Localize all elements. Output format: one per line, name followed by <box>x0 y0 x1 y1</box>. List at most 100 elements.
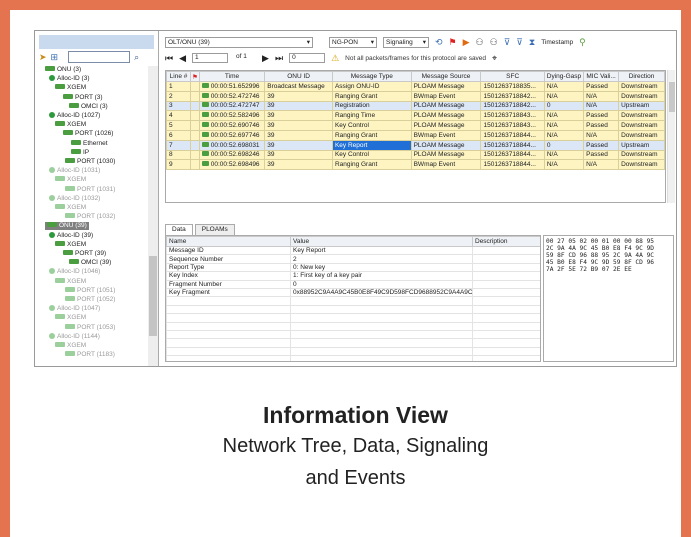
col-header[interactable]: MIC Vali... <box>583 71 620 82</box>
refresh-icon[interactable]: ⟲ <box>435 37 443 47</box>
port-node-icon <box>71 148 81 154</box>
table-row[interactable]: 8 00:00:52.698246 39 Key Control PLOAM Messa… <box>166 149 665 161</box>
table-row[interactable]: 1 00:00:51.652996 Broadcast Message Assign … <box>166 81 665 92</box>
detail-empty-cell <box>472 321 540 331</box>
col-header[interactable]: Direction <box>618 71 665 82</box>
tree-node[interactable]: Alloc-ID (3) <box>49 75 90 83</box>
page-number-field[interactable]: 1 <box>192 53 229 63</box>
tree-node[interactable]: PORT (1031) <box>65 185 116 194</box>
play-icon[interactable]: ▶ <box>463 37 470 47</box>
mode-select[interactable]: NG-PON ▾ <box>329 36 377 48</box>
tree-node[interactable]: XGEM <box>55 277 86 286</box>
goto-line-field[interactable]: 0 <box>289 53 326 63</box>
col-header[interactable]: Name <box>166 236 291 247</box>
cell-type: Registration <box>331 100 412 112</box>
tree-view-icon[interactable]: ⊞ <box>51 52 59 62</box>
tree-node[interactable]: XGEM <box>55 176 86 184</box>
detail-description <box>472 254 540 264</box>
tree-search-input[interactable] <box>68 51 131 63</box>
tree-node[interactable]: Alloc-ID (39) <box>49 231 93 240</box>
tree-node[interactable]: XGEM <box>55 240 86 249</box>
table-row[interactable]: 4 00:00:52.582496 39 Ranging Time PLOAM Mess… <box>166 110 665 122</box>
tree-node[interactable]: PORT (1032) <box>65 213 115 221</box>
tree-node[interactable]: ONU (39) <box>45 222 89 231</box>
tree-node[interactable]: PORT (1026) <box>63 130 113 138</box>
tree-node-label: Ethernet <box>83 139 108 147</box>
tree-node[interactable]: PORT (39) <box>63 250 106 258</box>
expand-tree-icon[interactable]: ➤ <box>39 52 47 62</box>
tree-node[interactable]: XGEM <box>55 84 86 92</box>
timestamp-label[interactable]: Timestamp <box>541 39 573 46</box>
tree-node[interactable]: ONU (3) <box>45 66 81 74</box>
grid-scrollbar[interactable] <box>667 70 675 203</box>
tree-node[interactable]: IP <box>71 148 89 157</box>
next-page-icon[interactable]: ▶ <box>262 53 269 63</box>
tree-node[interactable]: Alloc-ID (1144) <box>49 332 100 341</box>
detail-row[interactable]: Message ID Key Report <box>166 245 540 256</box>
table-row[interactable]: 9 00:00:52.698496 39 Ranging Grant BWmap Eve… <box>166 159 665 171</box>
table-row[interactable]: 5 00:00:52.690746 39 Key Control PLOAM Messa… <box>166 120 665 131</box>
last-page-icon[interactable]: ⏭ <box>275 53 283 63</box>
col-header[interactable]: Dying-Gasp <box>543 71 585 82</box>
tree-node-label: PORT (1031) <box>77 185 116 193</box>
col-header[interactable]: Value <box>290 236 473 247</box>
detail-description <box>472 262 540 273</box>
binoculars-icon[interactable]: ⚇ <box>476 37 484 47</box>
tree-node[interactable]: PORT (3) <box>63 93 103 102</box>
col-header[interactable]: ONU ID <box>264 71 333 82</box>
tree-node[interactable]: OMCI (3) <box>69 102 108 111</box>
tree-scrollbar[interactable] <box>148 66 158 366</box>
search-icon[interactable]: ⌕ <box>134 52 139 62</box>
filter-icon[interactable]: ⊽ <box>504 37 511 47</box>
tree-node[interactable]: PORT (1183) <box>65 351 115 359</box>
mode-value: NG-PON <box>332 38 358 46</box>
tree-node[interactable]: Alloc-ID (1027) <box>49 112 100 120</box>
table-row[interactable]: 6 00:00:52.697746 39 Ranging Grant BWmap Eve… <box>166 129 665 141</box>
detail-row[interactable]: Sequence Number 2 <box>166 254 540 264</box>
tree-node[interactable]: PORT (1053) <box>65 323 115 332</box>
tree-node[interactable]: XGEM <box>55 204 86 212</box>
tree-node[interactable]: XGEM <box>55 121 86 129</box>
binoculars-next-icon[interactable]: ⚇ <box>490 37 498 47</box>
col-header[interactable]: Line # <box>166 71 192 82</box>
tree-node[interactable]: Ethernet <box>71 139 108 148</box>
tree-node[interactable]: PORT (1030) <box>65 158 115 166</box>
detail-row[interactable]: Fragment Number 0 <box>166 279 540 289</box>
table-row[interactable]: 7 00:00:52.698031 39 Key Report PLOAM Messag… <box>166 139 665 151</box>
col-header[interactable]: SFC <box>480 71 545 82</box>
col-header[interactable]: Description <box>472 236 540 247</box>
col-header[interactable]: Time <box>198 71 266 82</box>
tree-node[interactable]: XGEM <box>55 342 86 350</box>
prev-page-icon[interactable]: ◀ <box>179 53 186 63</box>
timestamp-icon[interactable]: ⧗ <box>529 37 535 47</box>
signaling-select[interactable]: Signaling ▾ <box>383 36 429 48</box>
col-header[interactable]: Message Source <box>410 71 482 82</box>
detail-row[interactable]: Report Type 0: New key <box>166 262 540 273</box>
tree-node[interactable]: OMCI (39) <box>69 259 111 267</box>
tab-data[interactable]: Data <box>165 224 193 235</box>
olt-onu-select[interactable]: OLT/ONU (39) ▾ <box>165 36 313 48</box>
col-header[interactable]: Message Type <box>331 71 412 82</box>
filter-clear-icon[interactable]: ⊽ <box>516 37 523 47</box>
table-row[interactable]: 2 00:00:52.472746 39 Ranging Grant BWmap Eve… <box>166 90 665 102</box>
tree-node[interactable]: PORT (1051) <box>65 286 115 295</box>
packet-icon <box>201 102 209 108</box>
detail-row[interactable]: Key Fragment 0x88952C9A4A9C45B0E8F49C9D59… <box>166 287 540 298</box>
flag-icon[interactable]: ⚑ <box>449 37 457 47</box>
pin-column-icon[interactable]: ⌖ <box>492 53 497 63</box>
tree-node[interactable]: Alloc-ID (1031) <box>49 167 100 175</box>
tree-scroll-thumb[interactable] <box>149 256 157 336</box>
first-page-icon[interactable]: ⏮ <box>165 53 173 63</box>
table-row[interactable]: 3 00:00:52.472747 39 Registration PLOAM Mess… <box>166 100 665 112</box>
tab-ploams[interactable]: PLOAMs <box>194 224 235 235</box>
tree-node[interactable]: Alloc-ID (1032) <box>49 194 100 203</box>
grid-scroll-thumb[interactable] <box>669 82 675 112</box>
tree-node[interactable]: PORT (1052) <box>65 296 115 304</box>
port-node-icon <box>71 139 81 145</box>
tree-node[interactable]: Alloc-ID (1047) <box>49 305 100 313</box>
flag-icon[interactable]: ⚑ <box>190 71 200 82</box>
tree-node[interactable]: XGEM <box>55 314 86 322</box>
detail-row[interactable]: Key Index 1: First key of a key pair <box>166 271 540 281</box>
pin-icon[interactable]: ⚲ <box>579 37 586 47</box>
tree-node[interactable]: Alloc-ID (1046) <box>49 268 100 276</box>
